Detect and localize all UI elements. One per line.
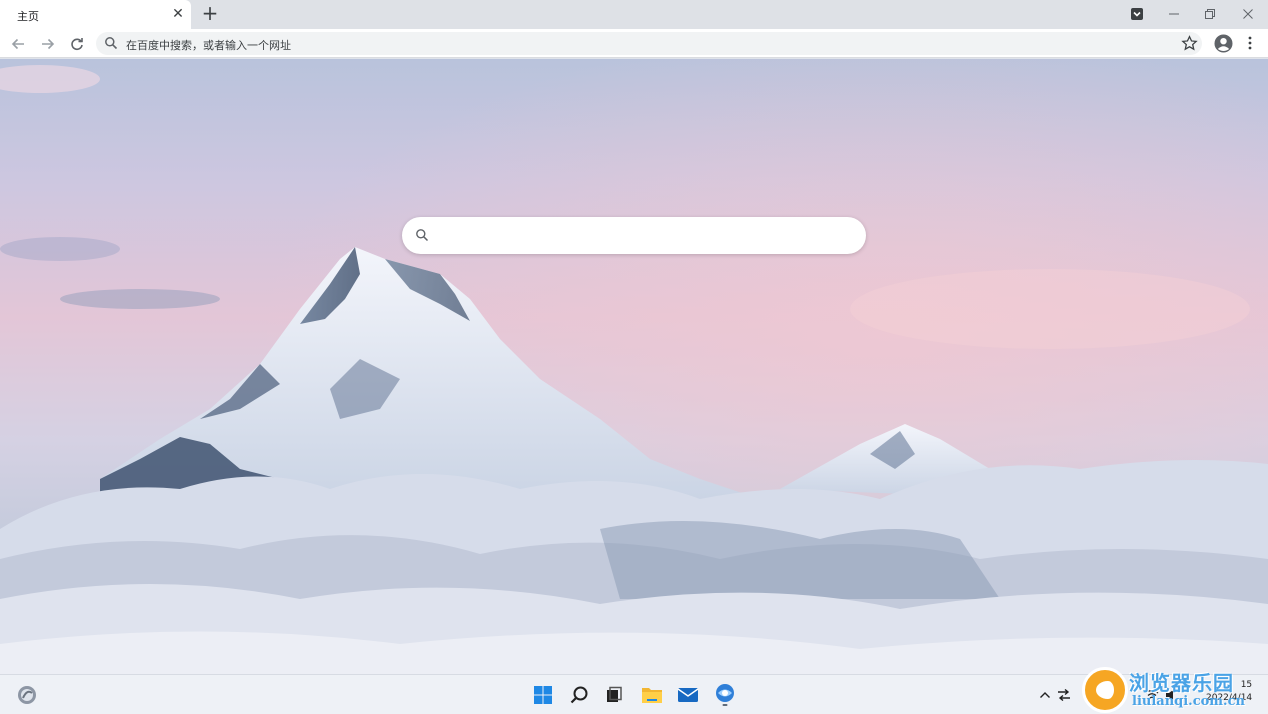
omnibox-placeholder: 在百度中搜索，或者输入一个网址 bbox=[126, 39, 291, 52]
minimize-icon[interactable] bbox=[1163, 4, 1185, 24]
taskbar: 15 2022/4/14 bbox=[0, 674, 1268, 714]
tab-strip: 主页 ✕ + bbox=[0, 0, 1268, 29]
search-box[interactable] bbox=[402, 217, 866, 254]
close-icon[interactable]: ✕ bbox=[170, 6, 186, 22]
restore-icon[interactable] bbox=[1199, 4, 1221, 24]
tab-home[interactable]: 主页 ✕ bbox=[0, 0, 191, 29]
widgets-icon[interactable] bbox=[15, 683, 39, 707]
search-input[interactable] bbox=[436, 224, 846, 246]
input-method-icon[interactable] bbox=[1052, 683, 1076, 707]
tab-search-icon[interactable] bbox=[1126, 4, 1148, 24]
star-icon[interactable] bbox=[1181, 35, 1198, 52]
search-icon bbox=[105, 37, 118, 50]
mountain-wallpaper bbox=[0, 59, 1268, 674]
windows-start-icon[interactable] bbox=[531, 683, 555, 707]
omnibox[interactable]: 在百度中搜索，或者输入一个网址 bbox=[96, 32, 1202, 55]
browser-icon[interactable] bbox=[713, 683, 737, 707]
close-window-icon[interactable] bbox=[1237, 4, 1259, 24]
mail-icon[interactable] bbox=[676, 683, 700, 707]
toolbar: 在百度中搜索，或者输入一个网址 bbox=[0, 29, 1268, 58]
taskbar-search-icon[interactable] bbox=[567, 683, 591, 707]
back-icon[interactable] bbox=[8, 34, 28, 54]
watermark-logo bbox=[1082, 667, 1128, 713]
menu-icon[interactable] bbox=[1240, 33, 1260, 53]
watermark-url: liulanqi.com.cn bbox=[1132, 694, 1245, 709]
profile-icon[interactable] bbox=[1213, 33, 1233, 53]
new-tab-page bbox=[0, 59, 1268, 674]
task-view-icon[interactable] bbox=[602, 683, 626, 707]
file-explorer-icon[interactable] bbox=[640, 683, 664, 707]
tab-title: 主页 bbox=[17, 10, 39, 23]
reload-icon[interactable] bbox=[67, 34, 87, 54]
watermark-title: 浏览器乐园 bbox=[1129, 671, 1234, 695]
forward-icon[interactable] bbox=[38, 34, 58, 54]
search-icon bbox=[416, 229, 429, 242]
plus-icon[interactable]: + bbox=[201, 3, 219, 23]
site-watermark: 浏览器乐园 liulanqi.com.cn bbox=[1082, 667, 1268, 714]
